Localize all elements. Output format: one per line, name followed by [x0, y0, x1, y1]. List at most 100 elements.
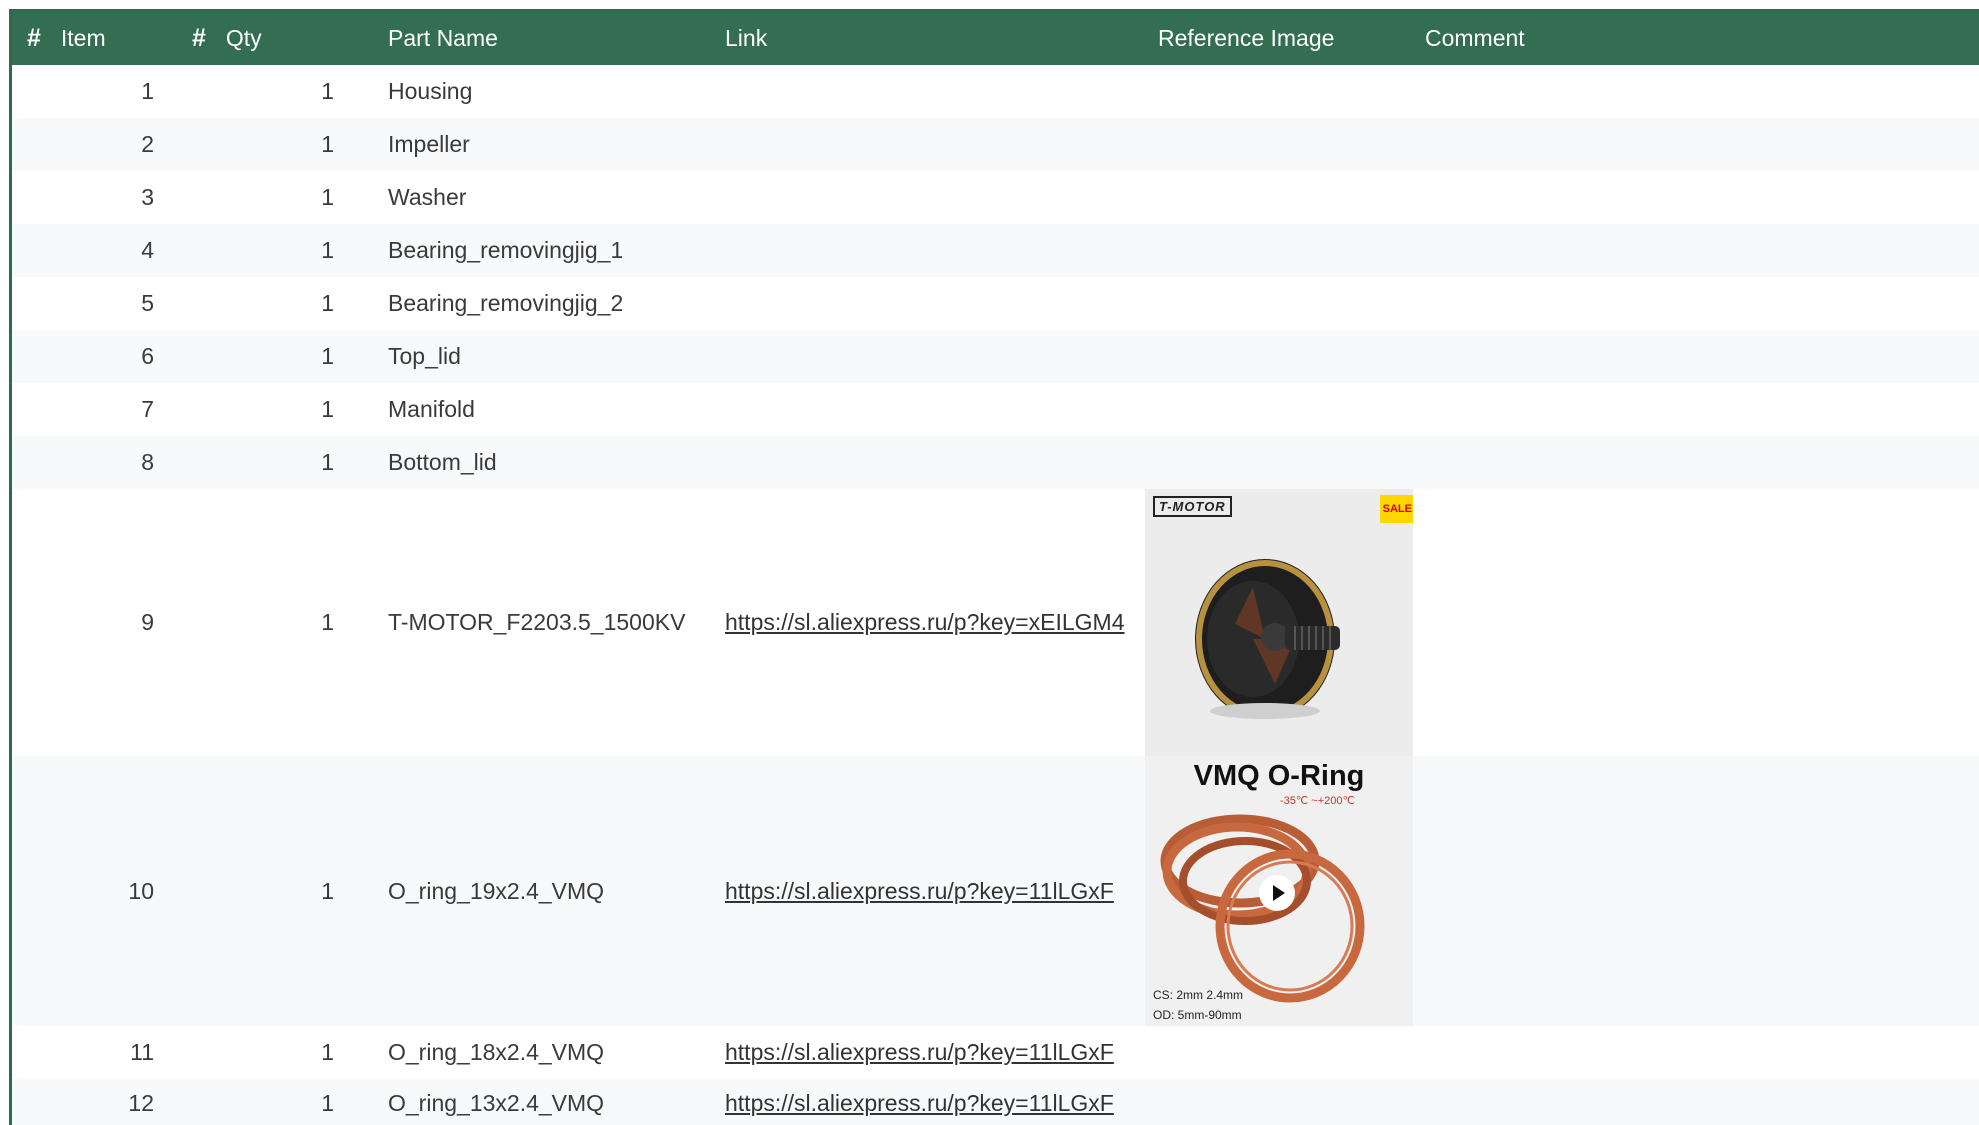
- item-number: 11: [130, 1039, 154, 1065]
- link-cell: [725, 436, 1145, 489]
- qty-value: 1: [321, 396, 334, 422]
- table-row: 8 1 Bottom_lid: [12, 436, 1979, 489]
- part-name: Bottom_lid: [388, 449, 497, 475]
- table-row: 3 1 Washer: [12, 171, 1979, 224]
- image-cell: [1145, 118, 1413, 171]
- part-name: Bearing_removingjig_1: [388, 237, 624, 263]
- link-cell: [725, 330, 1145, 383]
- item-number: 12: [128, 1089, 154, 1116]
- play-icon[interactable]: [1259, 875, 1295, 911]
- qty-value: 1: [321, 131, 334, 157]
- qty-value: 1: [321, 877, 334, 904]
- qty-value: 1: [321, 78, 334, 104]
- item-number: 7: [141, 396, 154, 422]
- part-name: Impeller: [388, 131, 470, 157]
- comment-cell: [1413, 65, 1979, 118]
- item-number: 9: [141, 609, 154, 635]
- link-cell: [725, 65, 1145, 118]
- oring-reference-image[interactable]: VMQ O-Ring -35℃ ~+200℃ CS: 2mm 2.4mm OD:…: [1145, 756, 1413, 1026]
- link-cell: [725, 118, 1145, 171]
- table-row: 10 1 O_ring_19x2.4_VMQ https://sl.aliexp…: [12, 756, 1979, 1026]
- item-header-label: Item: [60, 25, 106, 51]
- oring-od-spec: OD: 5mm-90mm: [1153, 1008, 1242, 1022]
- image-cell: [1145, 330, 1413, 383]
- image-cell: [1145, 1026, 1413, 1079]
- table-row: 2 1 Impeller: [12, 118, 1979, 171]
- image-cell: [1145, 1079, 1413, 1125]
- table-row: 4 1 Bearing_removingjig_1: [12, 224, 1979, 277]
- table-row: 11 1 O_ring_18x2.4_VMQ https://sl.aliexp…: [12, 1026, 1979, 1079]
- part-name: T-MOTOR_F2203.5_1500KV: [388, 609, 686, 635]
- comment-cell: [1413, 224, 1979, 277]
- table-row: 5 1 Bearing_removingjig_2: [12, 277, 1979, 330]
- tmotor-reference-image[interactable]: T-MOTOR SALE: [1145, 489, 1413, 756]
- item-number: 6: [141, 343, 154, 369]
- oring-cs-spec: CS: 2mm 2.4mm: [1153, 988, 1244, 1002]
- qty-value: 1: [321, 1039, 334, 1065]
- link-cell: https://sl.aliexpress.ru/p?key=11lLGxF: [725, 1026, 1145, 1079]
- table-row: 12 1 O_ring_13x2.4_VMQ https://sl.aliexp…: [12, 1079, 1979, 1125]
- link-cell: https://sl.aliexpress.ru/p?key=11lLGxF: [725, 756, 1145, 1026]
- motor-icon: [1195, 559, 1340, 719]
- part-name: Housing: [388, 78, 473, 104]
- comment-cell: [1413, 1026, 1979, 1079]
- qty-value: 1: [321, 449, 334, 475]
- qty-value: 1: [321, 184, 334, 210]
- item-number: 4: [141, 237, 154, 263]
- col-header-reference-image[interactable]: Reference Image: [1145, 12, 1413, 65]
- reference-image-header-label: Reference Image: [1158, 25, 1335, 51]
- comment-cell: [1413, 330, 1979, 383]
- col-header-item[interactable]: # Item: [12, 12, 181, 65]
- link-cell: [725, 171, 1145, 224]
- col-header-qty[interactable]: # Qty: [181, 12, 358, 65]
- comment-cell: [1413, 277, 1979, 330]
- part-name: Washer: [388, 184, 467, 210]
- comment-cell: [1413, 1079, 1979, 1125]
- item-number: 5: [141, 290, 154, 316]
- comment-header-label: Comment: [1425, 25, 1525, 51]
- product-link[interactable]: https://sl.aliexpress.ru/p?key=11lLGxF: [725, 878, 1114, 904]
- item-number: 2: [141, 131, 154, 157]
- product-link[interactable]: https://sl.aliexpress.ru/p?key=11lLGxF: [725, 1090, 1114, 1116]
- part-name: Top_lid: [388, 343, 461, 369]
- link-cell: https://sl.aliexpress.ru/p?key=11lLGxF: [725, 1079, 1145, 1125]
- image-cell: [1145, 277, 1413, 330]
- qty-header-label: Qty: [225, 25, 262, 51]
- table-row: 7 1 Manifold: [12, 383, 1979, 436]
- image-cell: [1145, 65, 1413, 118]
- hash-icon: #: [192, 24, 206, 52]
- part-name: O_ring_13x2.4_VMQ: [388, 1089, 605, 1116]
- part-name: Bearing_removingjig_2: [388, 290, 624, 316]
- qty-value: 1: [321, 290, 334, 316]
- part-name: O_ring_19x2.4_VMQ: [388, 877, 605, 904]
- image-cell: VMQ O-Ring -35℃ ~+200℃ CS: 2mm 2.4mm OD:…: [1145, 756, 1413, 1026]
- part-name-header-label: Part Name: [388, 25, 498, 51]
- image-cell: [1145, 171, 1413, 224]
- link-cell: [725, 224, 1145, 277]
- comment-cell: [1413, 489, 1979, 756]
- qty-value: 1: [321, 237, 334, 263]
- item-number: 8: [141, 449, 154, 475]
- col-header-part-name[interactable]: Part Name: [358, 12, 725, 65]
- item-number: 3: [141, 184, 154, 210]
- qty-value: 1: [321, 1089, 334, 1116]
- product-link[interactable]: https://sl.aliexpress.ru/p?key=11lLGxF: [725, 1039, 1114, 1065]
- image-cell: T-MOTOR SALE: [1145, 489, 1413, 756]
- header-row: # Item # Qty Part Name Link Reference Imag…: [12, 12, 1979, 65]
- table-row: 6 1 Top_lid: [12, 330, 1979, 383]
- item-number: 10: [128, 877, 154, 904]
- col-header-comment[interactable]: Comment: [1413, 12, 1979, 65]
- part-name: O_ring_18x2.4_VMQ: [388, 1039, 605, 1065]
- hash-icon: #: [27, 24, 41, 52]
- link-header-label: Link: [725, 25, 768, 51]
- parts-table: # Item # Qty Part Name Link Reference Imag…: [12, 12, 1979, 1125]
- comment-cell: [1413, 436, 1979, 489]
- col-header-link[interactable]: Link: [725, 12, 1145, 65]
- table-row: 9 1 T-MOTOR_F2203.5_1500KV https://sl.al…: [12, 489, 1979, 756]
- product-link[interactable]: https://sl.aliexpress.ru/p?key=xEILGM4: [725, 609, 1124, 635]
- comment-cell: [1413, 118, 1979, 171]
- item-number: 1: [141, 78, 154, 104]
- link-cell: https://sl.aliexpress.ru/p?key=xEILGM4: [725, 489, 1145, 756]
- image-cell: [1145, 224, 1413, 277]
- comment-cell: [1413, 383, 1979, 436]
